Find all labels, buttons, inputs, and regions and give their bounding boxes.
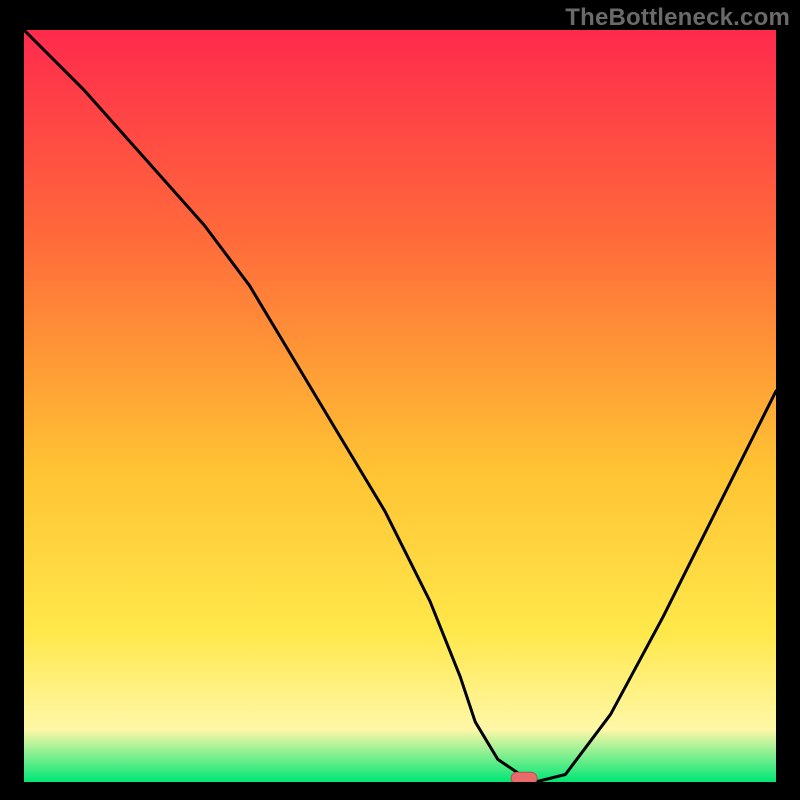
chart-svg	[24, 30, 776, 782]
chart-frame: TheBottleneck.com	[0, 0, 800, 800]
gradient-background	[24, 30, 776, 782]
watermark-text: TheBottleneck.com	[565, 4, 790, 32]
plot-area	[24, 30, 776, 782]
optimal-marker	[511, 772, 537, 782]
